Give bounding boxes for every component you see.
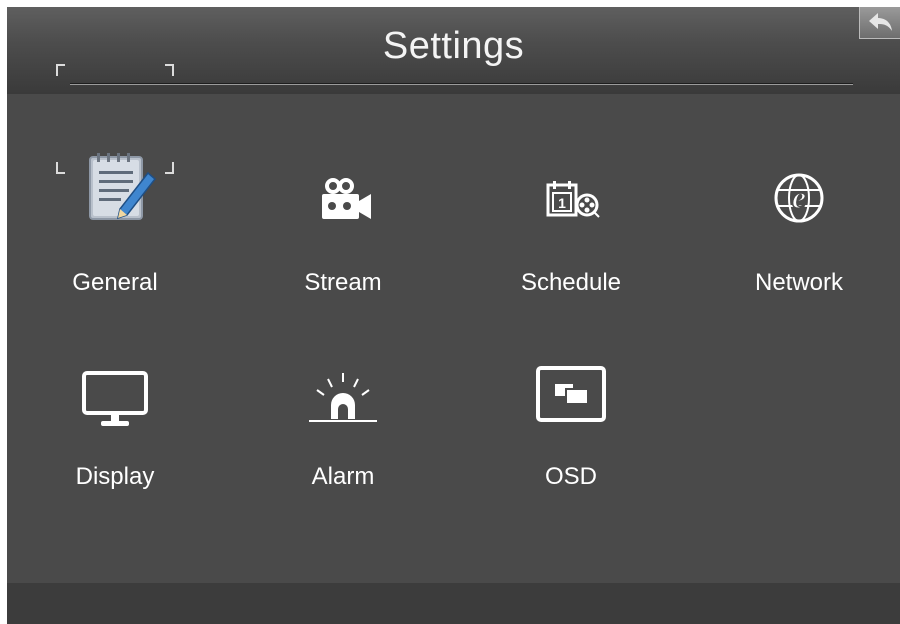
video-camera-icon: [322, 178, 371, 219]
menu-item-label: General: [72, 269, 158, 296]
menu-item-schedule[interactable]: 1 Schedule: [486, 147, 656, 307]
menu-item-label: OSD: [544, 463, 597, 490]
back-arrow-icon: [869, 13, 892, 31]
menu-item-label: Alarm: [311, 463, 375, 490]
menu-item-label: Display: [75, 463, 155, 490]
selection-brackets: [56, 64, 174, 174]
svg-text:e: e: [792, 179, 806, 215]
footer-bar: [7, 583, 900, 624]
monitor-icon: [82, 371, 148, 426]
menu-item-stream[interactable]: Stream: [258, 147, 428, 307]
title-divider: [70, 83, 853, 85]
menu-item-display[interactable]: Display: [30, 365, 200, 525]
menu-item-label: Stream: [304, 269, 382, 296]
calendar-reel-icon: 1: [546, 181, 600, 218]
menu-item-label: Network: [754, 269, 844, 296]
globe-e-icon: e: [774, 173, 824, 223]
menu-item-osd[interactable]: OSD: [486, 365, 656, 525]
svg-text:1: 1: [558, 195, 566, 211]
page-title: Settings: [382, 25, 525, 67]
osd-window-icon: [536, 366, 606, 422]
settings-screen: Settings General Stream 1 Schedule e Net…: [7, 7, 900, 624]
back-button[interactable]: [859, 7, 900, 39]
menu-item-alarm[interactable]: Alarm: [258, 365, 428, 525]
menu-item-network[interactable]: e Network: [714, 147, 884, 307]
siren-icon: [309, 373, 377, 422]
menu-item-label: Schedule: [520, 269, 622, 296]
